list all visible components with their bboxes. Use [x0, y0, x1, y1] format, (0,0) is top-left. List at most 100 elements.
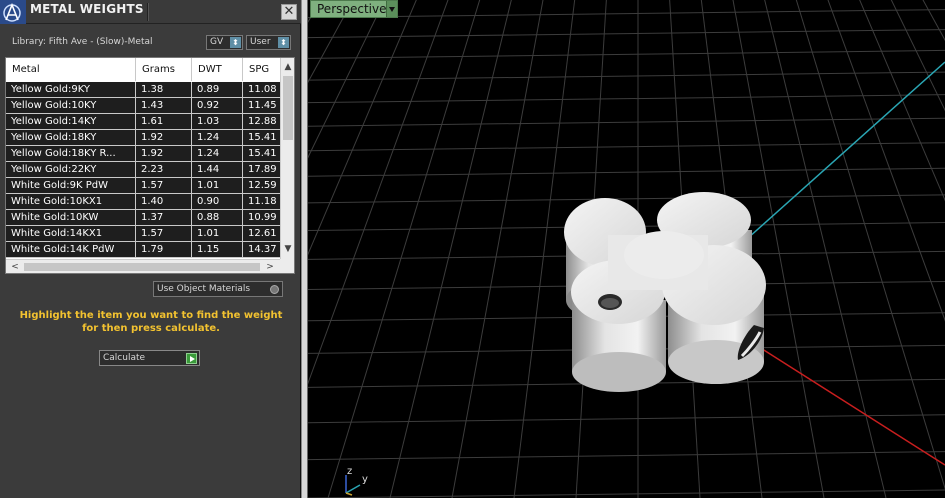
grid-line: [756, 0, 945, 498]
cell-metal: Yellow Gold:18KY: [6, 130, 136, 145]
grid-line: [308, 0, 523, 498]
cell-metal: White Gold:10KW: [6, 210, 136, 225]
scroll-down-icon[interactable]: ▼: [281, 242, 294, 256]
vertical-scrollbar[interactable]: ▲ ▼: [280, 58, 294, 259]
cell-dwt: 1.01: [192, 178, 243, 193]
table-row[interactable]: White Gold:10KX1 1.40 0.90 11.18: [6, 194, 280, 210]
cell-spg: 17.89: [248, 164, 277, 175]
clover-pendant-model[interactable]: [564, 192, 766, 392]
cell-metal: Yellow Gold:10KY: [6, 98, 136, 113]
title-separator: [147, 3, 149, 21]
grid-line: [308, 0, 354, 84]
dropdown-arrow-icon: ⬍: [278, 37, 289, 48]
table-row[interactable]: White Gold:14KX1 1.57 1.01 12.61: [6, 226, 280, 242]
grid-line: [308, 0, 557, 498]
axis-y-label: y: [362, 474, 368, 485]
vertical-scroll-thumb[interactable]: [283, 76, 293, 140]
grid-line: [308, 0, 322, 23]
dropdown-arrow-icon: ⬍: [230, 37, 241, 48]
use-object-materials-toggle[interactable]: Use Object Materials: [153, 281, 283, 297]
cell-spg: 11.18: [248, 196, 277, 207]
cell-spg: 15.41: [248, 132, 277, 143]
cell-metal: White Gold:10KX1: [6, 194, 136, 209]
horizontal-scroll-thumb[interactable]: [24, 263, 260, 271]
metal-weights-panel: METAL WEIGHTS ✕ Library: Fifth Ave - (Sl…: [0, 0, 301, 498]
panel-titlebar[interactable]: METAL WEIGHTS ✕: [0, 0, 301, 24]
calculate-label: Calculate: [103, 353, 146, 363]
table-row[interactable]: Yellow Gold:10KY 1.43 0.92 11.45: [6, 98, 280, 114]
table-row[interactable]: White Gold:14K PdW 1.79 1.15 14.37: [6, 242, 280, 258]
column-header-dwt[interactable]: DWT: [192, 58, 243, 81]
cell-grams: 1.37: [136, 210, 192, 225]
axis-z-label: z: [347, 466, 352, 477]
grid-line: [308, 0, 570, 498]
table-row[interactable]: Yellow Gold:14KY 1.61 1.03 12.88: [6, 114, 280, 130]
viewport-grid: [308, 0, 945, 498]
grid-line: [762, 0, 945, 498]
metal-table: Metal Grams DWT SPG Yellow Gold:9KY 1.38 0…: [5, 57, 295, 274]
cell-metal: White Gold:14K PdW: [6, 242, 136, 257]
perspective-viewport[interactable]: Perspective z y: [308, 0, 945, 498]
table-row[interactable]: White Gold:9K PdW 1.57 1.01 12.59: [6, 178, 280, 194]
scroll-up-icon[interactable]: ▲: [281, 60, 294, 74]
cell-grams: 1.79: [136, 242, 192, 257]
column-header-metal[interactable]: Metal: [6, 58, 136, 81]
cell-grams: 1.43: [136, 98, 192, 113]
grid-line: [308, 0, 601, 498]
radio-icon[interactable]: [270, 285, 279, 294]
grid-line: [308, 0, 542, 498]
scroll-left-icon[interactable]: <: [8, 260, 22, 273]
grid-line: [308, 194, 945, 204]
scroll-corner: [280, 259, 294, 273]
grid-line: [308, 451, 945, 461]
grid-line: [308, 0, 545, 498]
cell-spg: 10.99: [248, 212, 277, 223]
cell-spg: 14.37: [248, 244, 277, 255]
horizontal-scrollbar[interactable]: < >: [6, 259, 280, 273]
grid-line: [308, 0, 598, 498]
cell-dwt: 0.89: [192, 82, 243, 97]
table-row[interactable]: White Gold:10KW 1.37 0.88 10.99: [6, 210, 280, 226]
grid-line: [308, 0, 588, 498]
cell-spg: 11.08: [248, 84, 277, 95]
source-dropdown[interactable]: User ⬍: [246, 35, 291, 50]
grid-line: [308, 0, 539, 498]
grid-line: [308, 0, 604, 498]
grid-line: [308, 0, 536, 498]
x-axis-line: [747, 339, 945, 466]
viewport-mode-dropdown[interactable]: Perspective: [310, 0, 398, 18]
app-logo-icon: [0, 0, 26, 24]
use-object-materials-label: Use Object Materials: [157, 284, 251, 294]
grid-line: [308, 0, 567, 498]
close-button[interactable]: ✕: [281, 4, 297, 20]
table-header: Metal Grams DWT SPG: [6, 58, 280, 81]
cell-metal: White Gold:9K PdW: [6, 178, 136, 193]
cell-grams: 1.92: [136, 130, 192, 145]
grid-line: [308, 71, 945, 81]
panel-splitter[interactable]: [301, 0, 308, 498]
axis-gizmo-icon: z y: [345, 466, 368, 496]
cell-grams: 1.61: [136, 114, 192, 129]
grid-line: [308, 0, 582, 498]
cell-spg: 15.41: [248, 148, 277, 159]
table-row[interactable]: Yellow Gold:22KY 2.23 1.44 17.89: [6, 162, 280, 178]
grid-line: [308, 489, 945, 498]
table-row[interactable]: Yellow Gold:18KY 1.92 1.24 15.41: [6, 130, 280, 146]
table-row[interactable]: Yellow Gold:9KY 1.38 0.89 11.08: [6, 82, 280, 98]
grid-line: [308, 94, 945, 104]
column-header-grams[interactable]: Grams: [136, 58, 192, 81]
unit-dropdown[interactable]: GV ⬍: [206, 35, 243, 50]
grid-line: [308, 0, 564, 498]
scroll-right-icon[interactable]: >: [263, 260, 277, 273]
chevron-down-icon[interactable]: [386, 1, 397, 17]
calculate-button[interactable]: Calculate: [99, 350, 200, 366]
column-header-spg[interactable]: SPG: [243, 58, 280, 81]
cell-dwt: 0.90: [192, 194, 243, 209]
table-body: Yellow Gold:9KY 1.38 0.89 11.08 Yellow Gold…: [6, 82, 280, 258]
grid-line: [308, 0, 526, 498]
grid-line: [308, 0, 517, 498]
table-row[interactable]: Yellow Gold:18KY R... 1.92 1.24 15.41: [6, 146, 280, 162]
instruction-text: Highlight the item you want to find the …: [19, 310, 283, 334]
grid-line: [308, 0, 585, 498]
play-arrow-icon[interactable]: [186, 353, 197, 364]
